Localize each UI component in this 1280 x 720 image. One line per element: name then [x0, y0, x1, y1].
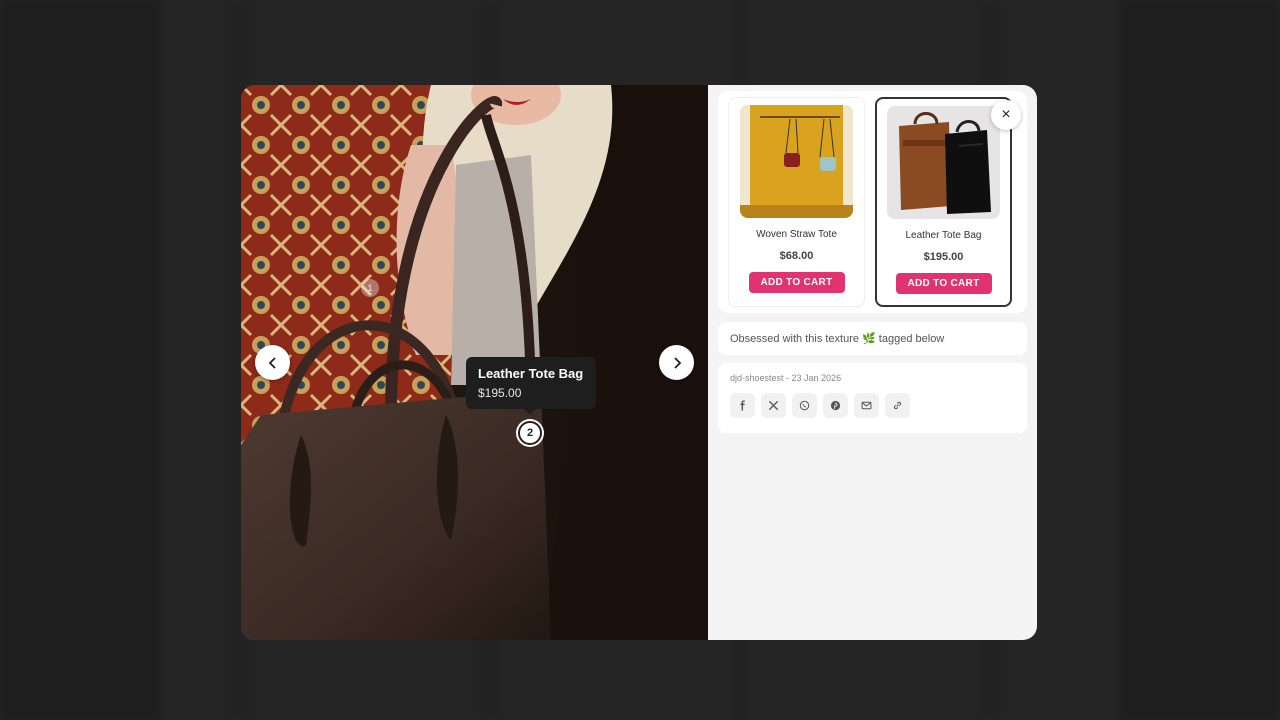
- share-facebook-button[interactable]: [730, 393, 755, 418]
- details-panel: Woven Straw Tote $68.00 ADD TO CART Leat…: [708, 85, 1037, 640]
- post-caption: Obsessed with this texture 🌿 tagged belo…: [718, 322, 1027, 355]
- close-button[interactable]: ×: [991, 100, 1021, 130]
- add-to-cart-button[interactable]: ADD TO CART: [748, 272, 845, 293]
- ugc-lightbox-modal: 1 Leather Tote Bag $195.00 2 Woven Straw…: [241, 85, 1037, 640]
- link-icon: [893, 401, 902, 410]
- previous-photo-button[interactable]: [255, 345, 290, 380]
- next-photo-button[interactable]: [659, 345, 694, 380]
- email-icon: [861, 401, 872, 410]
- tooltip-product-name: Leather Tote Bag: [478, 366, 584, 381]
- x-icon: [768, 400, 779, 411]
- product-price: $195.00: [923, 251, 964, 263]
- pinterest-icon: [830, 400, 841, 411]
- hotspot-tooltip[interactable]: Leather Tote Bag $195.00: [466, 357, 596, 415]
- product-name: Leather Tote Bag: [905, 230, 982, 241]
- product-thumbnail[interactable]: [887, 106, 1000, 219]
- share-email-button[interactable]: [854, 393, 879, 418]
- share-buttons: [730, 393, 1015, 418]
- facebook-icon: [740, 400, 745, 411]
- product-name: Woven Straw Tote: [756, 229, 837, 240]
- copy-link-button[interactable]: [885, 393, 910, 418]
- post-author-date: djd-shoestest - 23 Jan 2026: [730, 373, 842, 383]
- product-card-selected[interactable]: Leather Tote Bag $195.00 ADD TO CART: [875, 97, 1012, 307]
- whatsapp-icon: [799, 400, 810, 411]
- share-pinterest-button[interactable]: [823, 393, 848, 418]
- chevron-right-icon: [673, 356, 681, 369]
- product-hotspot-1[interactable]: 1: [361, 279, 379, 297]
- tagged-products: Woven Straw Tote $68.00 ADD TO CART Leat…: [718, 91, 1027, 313]
- product-price: $68.00: [779, 250, 814, 262]
- share-x-button[interactable]: [761, 393, 786, 418]
- product-thumbnail[interactable]: [740, 105, 853, 218]
- share-whatsapp-button[interactable]: [792, 393, 817, 418]
- add-to-cart-button[interactable]: ADD TO CART: [895, 273, 992, 294]
- straw-tote-image: [740, 105, 853, 218]
- tooltip-product-price: $195.00: [478, 386, 522, 400]
- leather-tote-image: [887, 106, 1000, 219]
- post-photo: 1 Leather Tote Bag $195.00 2: [241, 85, 708, 640]
- post-meta-card: djd-shoestest - 23 Jan 2026: [718, 363, 1027, 433]
- product-hotspot-2[interactable]: 2: [518, 421, 542, 445]
- product-card[interactable]: Woven Straw Tote $68.00 ADD TO CART: [728, 97, 865, 307]
- chevron-left-icon: [268, 356, 276, 369]
